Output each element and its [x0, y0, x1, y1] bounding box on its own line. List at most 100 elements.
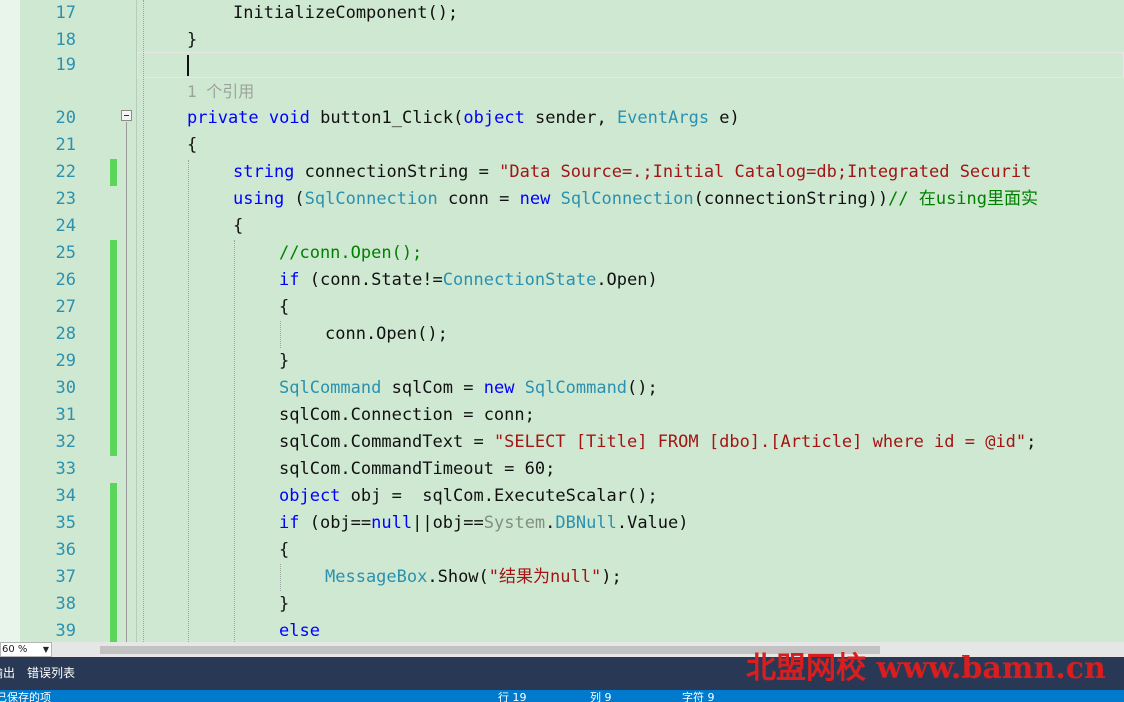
- codelens-text[interactable]: 1 个引用: [187, 78, 254, 105]
- code-token: string: [233, 162, 295, 182]
- change-indicator: [110, 294, 117, 321]
- code-line[interactable]: 25 //conn.Open();: [0, 240, 1124, 267]
- code-line[interactable]: 34 object obj = sqlCom.ExecuteScalar();: [0, 483, 1124, 510]
- code-token: DBNull: [555, 513, 617, 533]
- code-line[interactable]: 37 MessageBox.Show("结果为null");: [0, 564, 1124, 591]
- code-text[interactable]: conn.Open();: [325, 321, 448, 348]
- line-number: 30: [55, 378, 76, 398]
- code-token: .Open): [596, 270, 658, 290]
- tab-output[interactable]: 输出: [0, 657, 15, 690]
- code-token: ConnectionState: [442, 270, 597, 290]
- code-token: object: [279, 486, 341, 506]
- code-text[interactable]: {: [279, 294, 289, 321]
- zoom-level-dropdown[interactable]: 60 % ▼: [0, 642, 52, 657]
- code-line[interactable]: 26 if (conn.State!=ConnectionState.Open): [0, 267, 1124, 294]
- code-token: SqlCommand: [279, 378, 382, 398]
- code-editor[interactable]: 1 个引用 17 InitializeComponent(); 18} 19 20 pri…: [0, 0, 1124, 642]
- change-indicator: [110, 240, 117, 267]
- code-token: "Data Source=.;Initial Catalog=db;Integr…: [499, 162, 1032, 182]
- code-text[interactable]: //conn.Open();: [279, 240, 422, 267]
- tab-error-list[interactable]: 错误列表: [27, 657, 75, 690]
- code-line[interactable]: 30 SqlCommand sqlCom = new SqlCommand();: [0, 375, 1124, 402]
- change-indicator: [110, 564, 117, 591]
- code-line[interactable]: 29}: [0, 348, 1124, 375]
- code-token: sender,: [524, 108, 617, 128]
- code-text[interactable]: sqlCom.CommandTimeout = 60;: [279, 456, 555, 483]
- line-number: 36: [55, 540, 76, 560]
- code-text[interactable]: if (obj==null||obj==System.DBNull.Value): [279, 510, 689, 537]
- code-text[interactable]: SqlCommand sqlCom = new SqlCommand();: [279, 375, 658, 402]
- zoom-level-value: 60 %: [2, 644, 28, 655]
- code-token: void: [268, 108, 310, 128]
- code-line[interactable]: 33 sqlCom.CommandTimeout = 60;: [0, 456, 1124, 483]
- code-token: sqlCom.CommandTimeout = 60;: [279, 459, 556, 479]
- code-line[interactable]: 21 {: [0, 132, 1124, 159]
- code-line[interactable]: 27 {: [0, 294, 1124, 321]
- change-indicator: [110, 537, 117, 564]
- code-text[interactable]: object obj = sqlCom.ExecuteScalar();: [279, 483, 658, 510]
- code-text[interactable]: }: [187, 27, 197, 54]
- code-token: (connectionString)): [693, 189, 889, 209]
- code-text[interactable]: private void button1_Click(object sender…: [187, 105, 740, 132]
- code-token: e): [709, 108, 740, 128]
- line-number: 31: [55, 405, 76, 425]
- code-line[interactable]: 28 conn.Open();: [0, 321, 1124, 348]
- code-line[interactable]: 32 sqlCom.CommandText = "SELECT [Title] F…: [0, 429, 1124, 456]
- code-text[interactable]: }: [279, 591, 289, 618]
- line-number: 20: [55, 108, 76, 128]
- code-token: connectionString =: [294, 162, 500, 182]
- line-number: 27: [55, 297, 76, 317]
- code-line[interactable]: 38}: [0, 591, 1124, 618]
- code-token: button1_Click(: [309, 108, 464, 128]
- change-indicator: [110, 402, 117, 429]
- codelens-references[interactable]: 1 个引用: [0, 78, 1124, 105]
- code-text[interactable]: }: [279, 348, 289, 375]
- change-indicator: [110, 483, 117, 510]
- code-line[interactable]: 19: [0, 52, 1124, 79]
- code-line[interactable]: 18}: [0, 27, 1124, 54]
- code-token: sqlCom =: [381, 378, 484, 398]
- code-line[interactable]: 35 if (obj==null||obj==System.DBNull.Valu…: [0, 510, 1124, 537]
- code-token: (conn.State!=: [299, 270, 443, 290]
- code-token: new: [483, 378, 515, 398]
- code-token: private: [187, 108, 259, 128]
- code-text[interactable]: sqlCom.CommandText = "SELECT [Title] FRO…: [279, 429, 1036, 456]
- code-token: if: [279, 270, 300, 290]
- line-number: 34: [55, 486, 76, 506]
- line-number: 29: [55, 351, 76, 371]
- collapse-icon[interactable]: [121, 110, 132, 121]
- code-text[interactable]: {: [187, 132, 197, 159]
- change-indicator: [110, 591, 117, 618]
- code-line[interactable]: 31 sqlCom.Connection = conn;: [0, 402, 1124, 429]
- code-text[interactable]: if (conn.State!=ConnectionState.Open): [279, 267, 658, 294]
- line-number: 24: [55, 216, 76, 236]
- code-line[interactable]: 24 {: [0, 213, 1124, 240]
- code-line[interactable]: 23 using (SqlConnection conn = new SqlCon…: [0, 186, 1124, 213]
- code-text[interactable]: InitializeComponent();: [233, 0, 458, 27]
- code-text[interactable]: string connectionString = "Data Source=.…: [233, 159, 1031, 186]
- line-number: 17: [55, 3, 76, 23]
- line-number: 25: [55, 243, 76, 263]
- code-text[interactable]: MessageBox.Show("结果为null");: [325, 564, 622, 591]
- line-number: 33: [55, 459, 76, 479]
- change-indicator: [110, 267, 117, 294]
- code-token: .: [545, 513, 556, 533]
- code-token: ||obj==: [412, 513, 484, 533]
- code-text[interactable]: else: [279, 618, 320, 642]
- code-line[interactable]: 36 {: [0, 537, 1124, 564]
- code-line[interactable]: 17 InitializeComponent();: [0, 0, 1124, 27]
- code-text[interactable]: sqlCom.Connection = conn;: [279, 402, 535, 429]
- line-number: 23: [55, 189, 76, 209]
- code-token: SqlConnection: [560, 189, 694, 209]
- code-line[interactable]: 22 string connectionString = "Data Source…: [0, 159, 1124, 186]
- code-token: sqlCom.Connection = conn;: [279, 405, 535, 425]
- code-text[interactable]: {: [233, 213, 243, 240]
- code-line[interactable]: 20 private void button1_Click(object send…: [0, 105, 1124, 132]
- code-text[interactable]: using (SqlConnection conn = new SqlConne…: [233, 186, 1038, 213]
- code-token: {: [187, 135, 198, 155]
- code-text[interactable]: {: [279, 537, 289, 564]
- status-bar: 已保存的项 行 19 列 9 字符 9: [0, 690, 1124, 702]
- code-line[interactable]: 39 else: [0, 618, 1124, 642]
